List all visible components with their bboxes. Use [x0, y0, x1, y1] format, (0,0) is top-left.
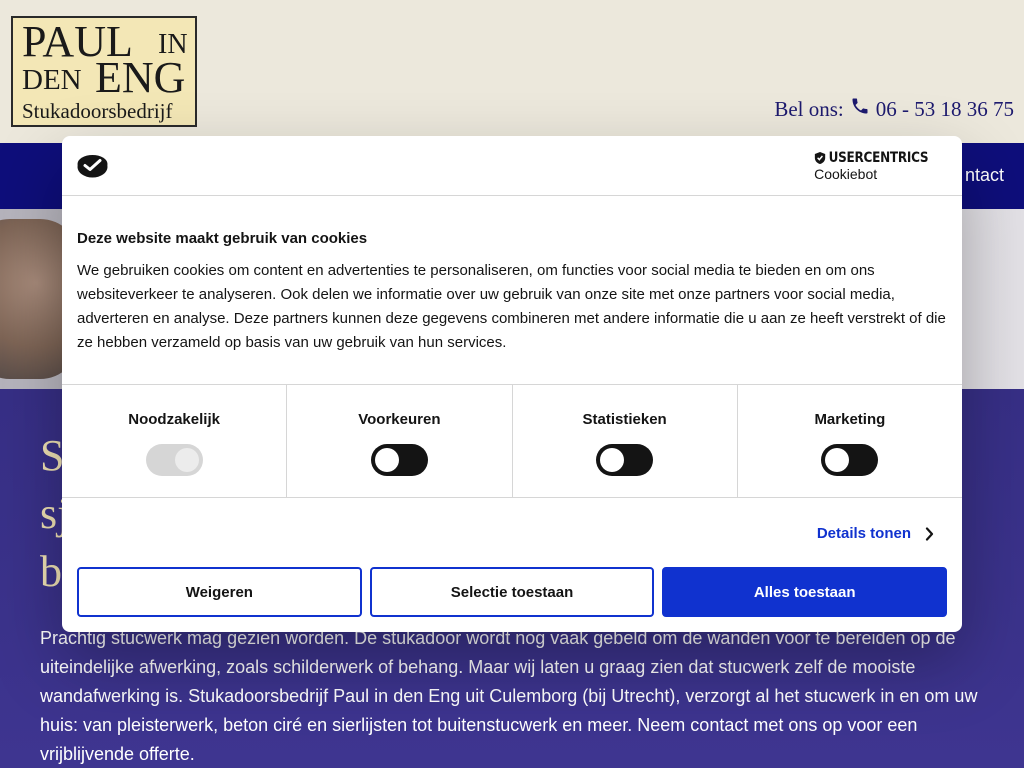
category-label: Statistieken	[582, 411, 667, 428]
usercentrics-brand[interactable]: USERCENTRICS Cookiebot	[814, 150, 947, 182]
dialog-body: Deze website maakt gebruik van cookies W…	[62, 196, 962, 385]
brand-name: USERCENTRICS	[828, 150, 929, 166]
cookie-consent-dialog: USERCENTRICS Cookiebot Deze website maak…	[62, 136, 962, 632]
dialog-buttons: Weigeren Selectie toestaan Alles toestaa…	[77, 567, 948, 617]
category-label: Voorkeuren	[358, 411, 441, 428]
toggle-marketing[interactable]	[821, 444, 879, 476]
details-row: Details tonen	[62, 498, 962, 568]
cookie-category-toggles: Noodzakelijk Voorkeuren Statistieken Mar…	[62, 385, 962, 498]
category-label: Marketing	[814, 411, 886, 428]
category-statistics: Statistieken	[513, 385, 738, 497]
category-preferences: Voorkeuren	[287, 385, 513, 497]
dialog-header: USERCENTRICS Cookiebot	[62, 136, 962, 196]
toggle-preferences[interactable]	[370, 444, 428, 476]
reject-button[interactable]: Weigeren	[77, 567, 362, 617]
details-label: Details tonen	[816, 525, 911, 542]
toggle-necessary	[145, 444, 203, 476]
category-label: Noodzakelijk	[128, 411, 220, 428]
brand-sub: Cookiebot	[814, 166, 878, 182]
allow-all-button[interactable]: Alles toestaan	[662, 567, 948, 617]
cookie-logo-icon	[77, 155, 108, 178]
toggle-statistics[interactable]	[596, 444, 654, 476]
category-marketing: Marketing	[738, 385, 962, 497]
brand-title: USERCENTRICS	[814, 150, 929, 166]
allow-selection-button[interactable]: Selectie toestaan	[369, 567, 655, 617]
chevron-right-icon	[925, 526, 934, 541]
shield-icon	[814, 152, 826, 164]
details-link[interactable]: Details tonen	[817, 525, 934, 542]
category-necessary: Noodzakelijk	[62, 385, 288, 497]
dialog-title: Deze website maakt gebruik van cookies	[77, 230, 368, 247]
dialog-description: We gebruiken cookies om content en adver…	[77, 262, 946, 351]
